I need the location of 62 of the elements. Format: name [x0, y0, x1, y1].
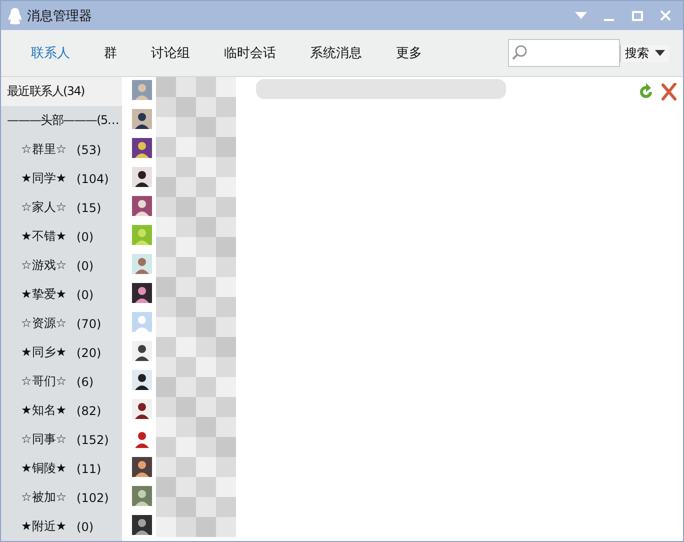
group-count: (20) — [76, 346, 102, 360]
sidebar-item[interactable]: ★挚爱★ (0) — [1, 280, 122, 309]
tab[interactable]: 联系人 — [21, 40, 80, 66]
group-name: ☆游戏☆ — [21, 257, 67, 274]
group-count: (102) — [76, 490, 109, 504]
caret-icon — [575, 12, 587, 20]
group-count: (70) — [76, 316, 102, 330]
group-count: (152) — [76, 432, 109, 446]
group-count: (0) — [76, 258, 94, 272]
sidebar-item[interactable]: ☆游戏☆ (0) — [1, 251, 122, 280]
group-name: ☆同事☆ — [21, 431, 67, 448]
tab[interactable]: 临时会话 — [214, 40, 286, 66]
group-name: ★铜陵★ — [21, 460, 67, 477]
search-icon — [511, 44, 529, 62]
tab[interactable]: 讨论组 — [141, 40, 200, 66]
sidebar-item[interactable]: ☆家人☆ (15) — [1, 193, 122, 222]
group-name: ★不错★ — [21, 228, 67, 245]
group-name: ☆哥们☆ — [21, 373, 67, 390]
group-count: (53) — [76, 142, 102, 156]
group-name: ☆家人☆ — [21, 199, 67, 216]
group-name: ★同学★ — [21, 170, 67, 187]
sidebar-item[interactable]: ☆同事☆ (152) — [1, 425, 122, 454]
refresh-icon[interactable] — [637, 83, 655, 101]
sidebar-item[interactable]: ☆被加☆ (102) — [1, 483, 122, 512]
group-name: ☆资源☆ — [21, 315, 67, 332]
sidebar-item[interactable]: ☆群里☆ (53) — [1, 135, 122, 164]
search-field[interactable] — [508, 39, 620, 67]
delete-icon[interactable] — [661, 83, 677, 101]
sidebar-item[interactable]: ———头部———(5… — [1, 106, 122, 135]
group-name: ★知名★ — [21, 402, 67, 419]
sidebar-item[interactable]: ★铜陵★ (11) — [1, 454, 122, 483]
caret-icon — [655, 50, 665, 56]
sidebar-item[interactable]: ★知名★ (82) — [1, 396, 122, 425]
group-count: (11) — [76, 462, 102, 476]
maximize-icon — [632, 10, 642, 20]
sidebar-item[interactable]: ★同学★ (104) — [1, 164, 122, 193]
group-count: (0) — [76, 230, 94, 244]
window-title: 消息管理器 — [27, 8, 93, 24]
group-count: (0) — [76, 520, 94, 534]
sidebar-item[interactable]: ★不错★ (0) — [1, 222, 122, 251]
group-count: (82) — [76, 404, 102, 418]
close-icon — [660, 10, 670, 21]
minimize-icon — [604, 18, 614, 20]
sidebar-item[interactable]: 最近联系人(34) — [1, 77, 122, 106]
sidebar-item[interactable]: ★附近★ (0) — [1, 512, 122, 541]
group-name: ★附近★ — [21, 518, 67, 535]
sidebar-item[interactable]: ★同乡★ (20) — [1, 338, 122, 367]
group-name: ☆被加☆ — [21, 489, 67, 506]
tab[interactable]: 群 — [94, 40, 127, 66]
search-button[interactable]: 搜索 — [620, 44, 669, 62]
group-count: (15) — [76, 200, 102, 214]
group-name: ☆群里☆ — [21, 141, 67, 158]
tab[interactable]: 更多 — [386, 40, 432, 66]
sidebar-item[interactable]: ☆资源☆ (70) — [1, 309, 122, 338]
penguin-icon — [7, 6, 23, 24]
sidebar-item[interactable]: ☆哥们☆ (6) — [1, 367, 122, 396]
group-name: ★挚爱★ — [21, 286, 67, 303]
group-count: (104) — [76, 172, 109, 186]
group-count: (0) — [76, 288, 94, 302]
group-name: ★同乡★ — [21, 344, 67, 361]
tab[interactable]: 系统消息 — [300, 40, 372, 66]
group-count: (6) — [76, 374, 94, 388]
